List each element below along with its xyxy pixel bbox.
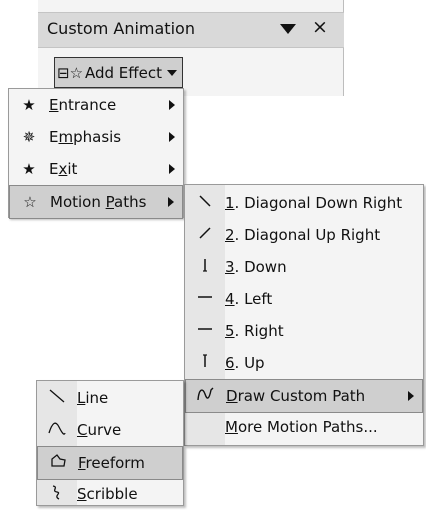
menu-item-diagonal-down-right[interactable]: 1. Diagonal Down Right	[185, 187, 423, 219]
scribble-icon	[37, 483, 77, 505]
menu-item-line[interactable]: Line	[37, 382, 183, 414]
entrance-star-icon: ★	[22, 96, 36, 114]
accel-key: 1	[225, 194, 235, 212]
line-icon	[37, 387, 77, 409]
add-effect-icon: ⊟☆	[57, 63, 84, 82]
down-path-icon	[185, 257, 225, 277]
add-effect-dropdown-icon	[166, 69, 177, 76]
menu-item-entrance[interactable]: ★ Entrance	[9, 89, 183, 121]
menu-item-more-motion-paths[interactable]: More Motion Paths...	[185, 411, 423, 443]
accel-key: C	[77, 421, 88, 439]
diagonal-up-right-icon	[185, 225, 225, 245]
custom-path-menu: Line Curve Freeform Scribble	[36, 380, 184, 506]
draw-custom-path-icon	[186, 386, 226, 406]
add-effect-button[interactable]: ⊟☆ Add Effect	[54, 57, 183, 88]
motion-paths-menu: 1. Diagonal Down Right 2. Diagonal Up Ri…	[184, 184, 424, 446]
menu-item-right[interactable]: 5. Right	[185, 315, 423, 347]
left-path-icon	[185, 289, 225, 309]
up-path-icon	[185, 353, 225, 373]
accel-key: D	[226, 387, 238, 405]
menu-item-motion-paths[interactable]: ☆ Motion Paths	[9, 185, 183, 219]
right-path-icon	[185, 321, 225, 341]
pane-title: Custom Animation	[47, 19, 195, 38]
accel-key: m	[58, 128, 74, 146]
accel-key: M	[225, 418, 238, 436]
accel-key: 4	[225, 290, 235, 308]
accel-key: 6	[225, 354, 235, 372]
freeform-icon	[38, 452, 78, 474]
effect-menu: ★ Entrance ✵ Emphasis ★ Exit ☆ Motion Pa…	[8, 88, 184, 219]
accel-key: P	[105, 193, 114, 211]
emphasis-star-icon: ✵	[22, 128, 36, 146]
accel-key: 3	[225, 258, 235, 276]
add-effect-label: Add Effect	[85, 63, 162, 82]
menu-item-left[interactable]: 4. Left	[185, 283, 423, 315]
menu-item-down[interactable]: 3. Down	[185, 251, 423, 283]
accel-key: F	[78, 454, 86, 472]
submenu-arrow-icon	[169, 100, 175, 110]
menu-item-emphasis[interactable]: ✵ Emphasis	[9, 121, 183, 153]
motion-paths-star-icon: ☆	[23, 193, 37, 211]
accel-key: S	[77, 485, 87, 503]
menu-item-scribble[interactable]: Scribble	[37, 478, 183, 510]
pane-close-icon[interactable]: ×	[312, 16, 328, 38]
exit-star-icon: ★	[22, 160, 36, 178]
menu-item-freeform[interactable]: Freeform	[37, 446, 183, 480]
submenu-arrow-icon	[168, 197, 174, 207]
menu-item-curve[interactable]: Curve	[37, 414, 183, 446]
submenu-arrow-icon	[408, 391, 414, 401]
pane-menu-dropdown-icon[interactable]	[280, 24, 296, 34]
accel-key: 2	[225, 226, 235, 244]
submenu-arrow-icon	[169, 164, 175, 174]
curve-icon	[37, 419, 77, 441]
diagonal-down-right-icon	[185, 193, 225, 213]
submenu-arrow-icon	[169, 132, 175, 142]
menu-item-up[interactable]: 6. Up	[185, 347, 423, 379]
menu-item-diagonal-up-right[interactable]: 2. Diagonal Up Right	[185, 219, 423, 251]
menu-item-exit[interactable]: ★ Exit	[9, 153, 183, 185]
menu-item-draw-custom-path[interactable]: Draw Custom Path	[185, 379, 423, 413]
accel-key: 5	[225, 322, 235, 340]
